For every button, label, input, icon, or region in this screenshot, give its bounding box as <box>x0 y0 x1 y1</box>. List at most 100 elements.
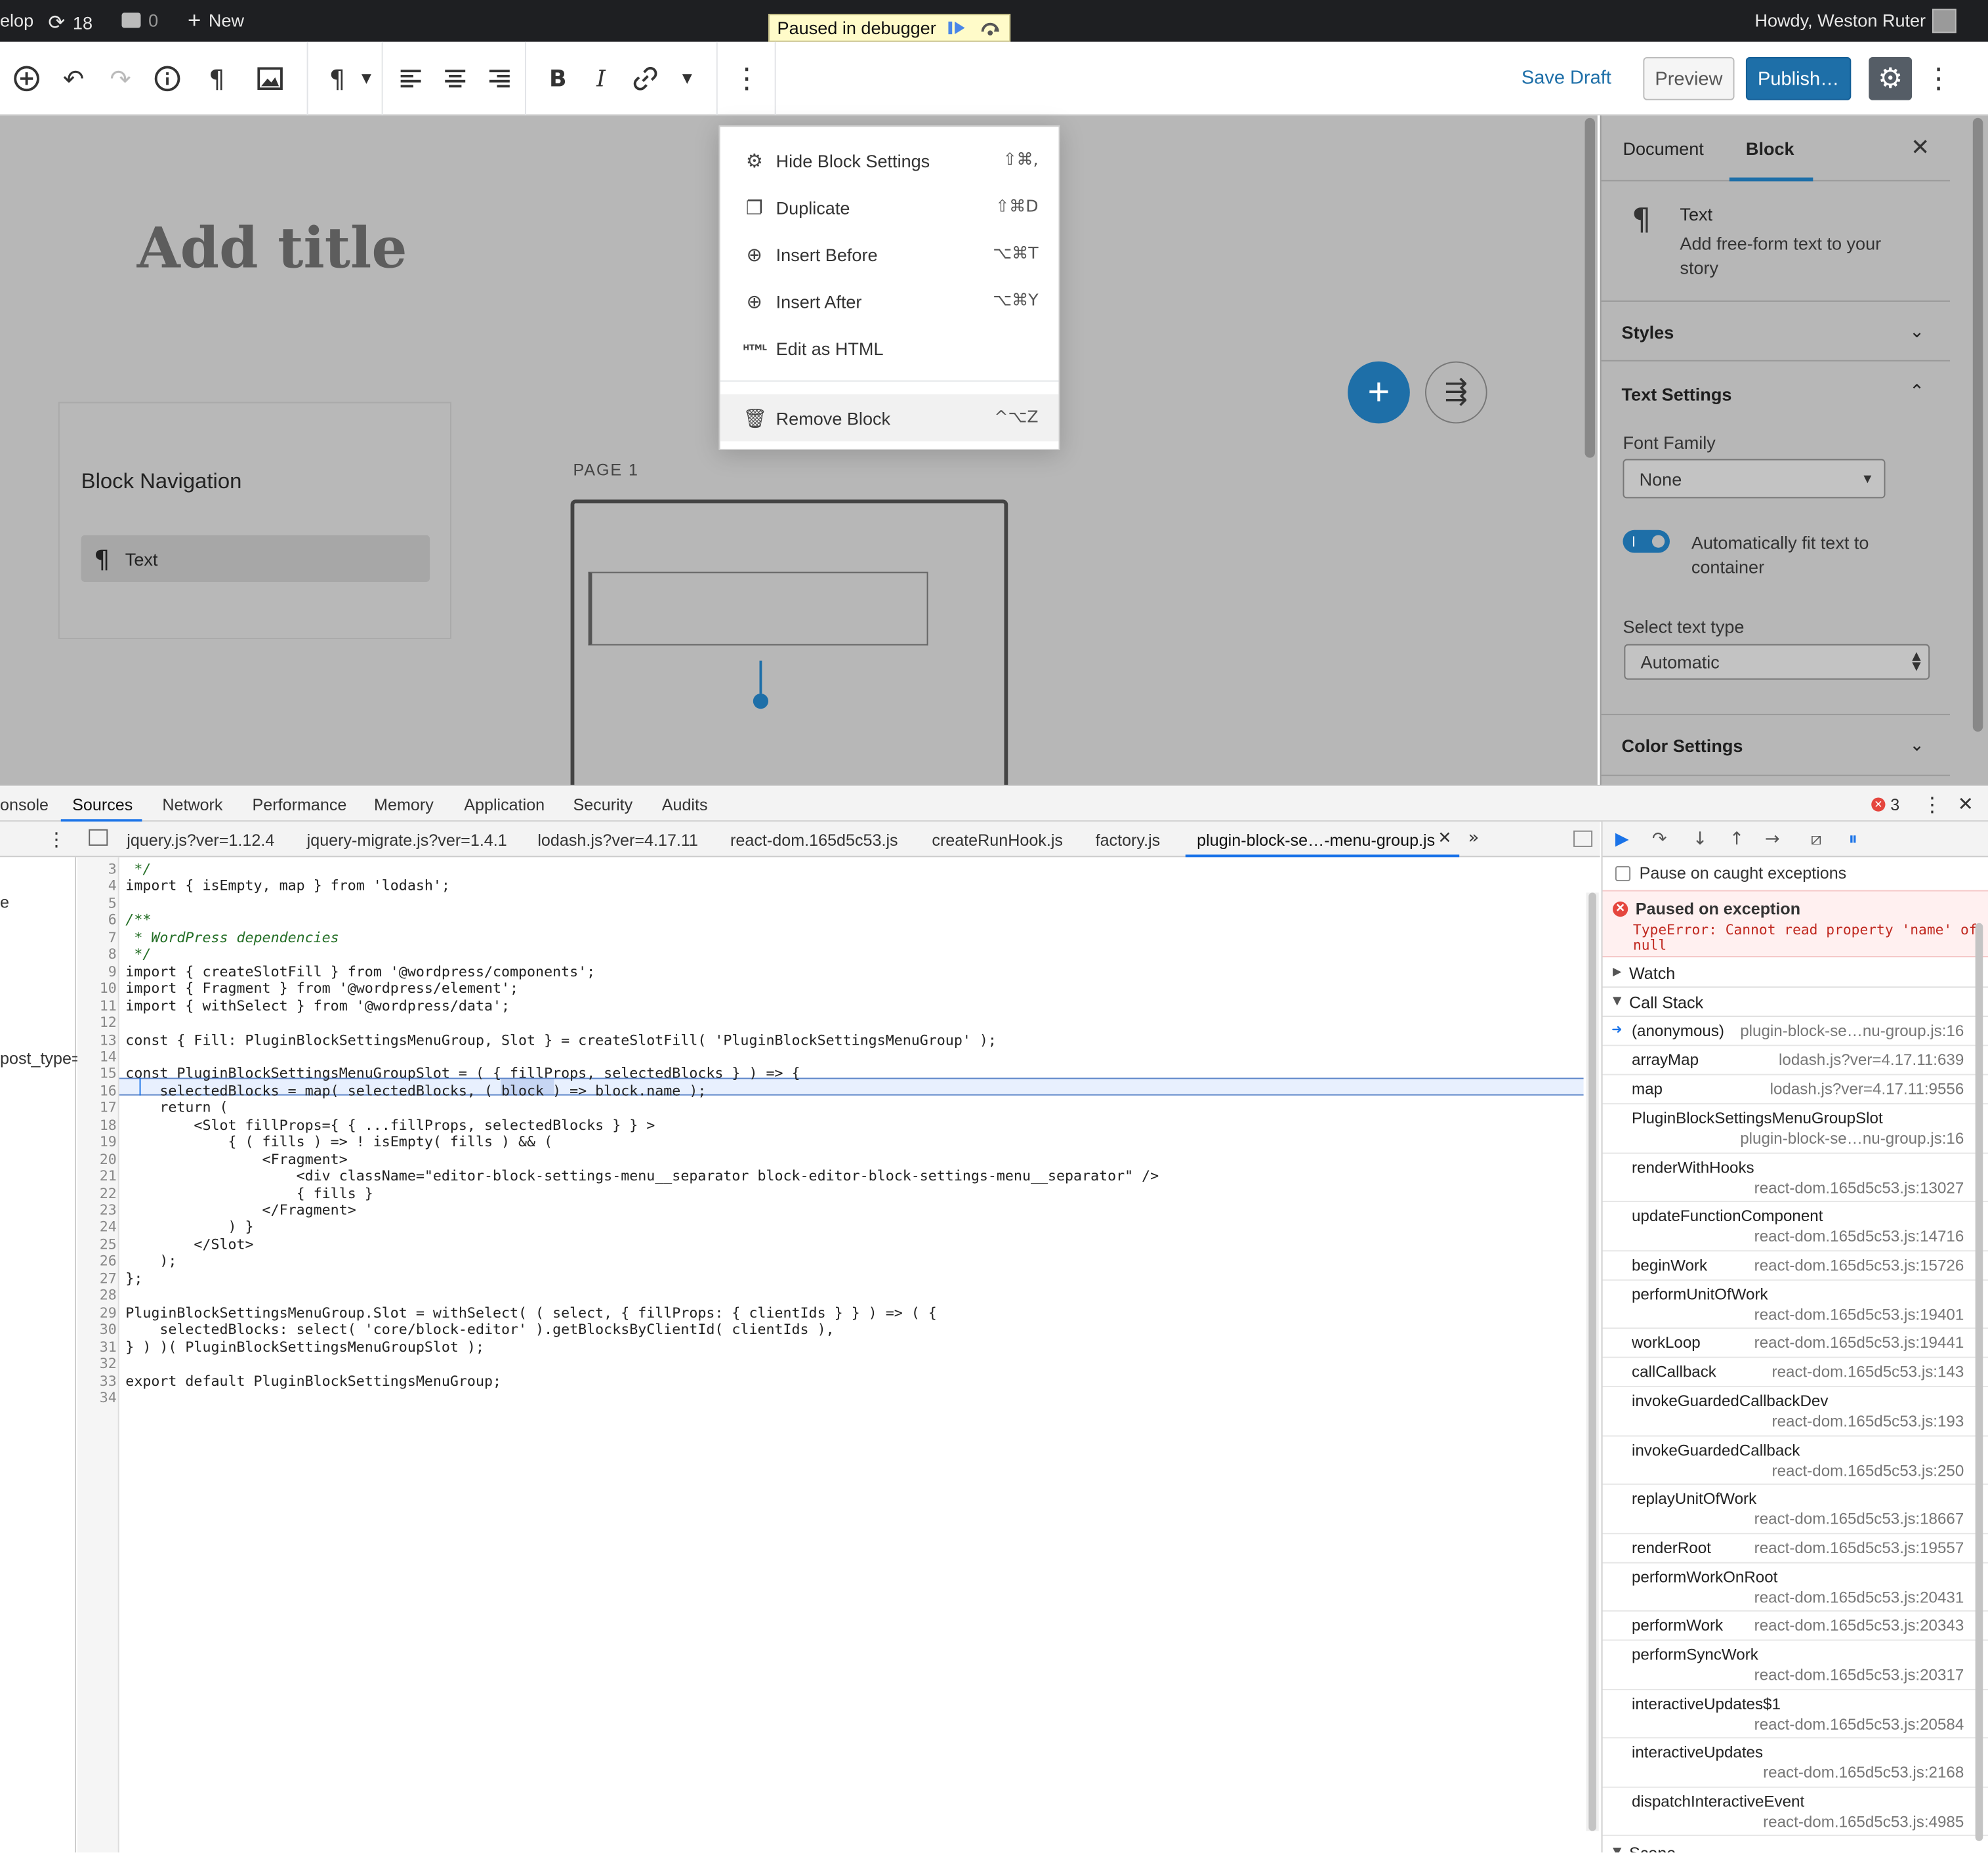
line-number[interactable]: 16 <box>84 1083 117 1100</box>
link-icon[interactable] <box>629 62 661 95</box>
line-number[interactable]: 24 <box>84 1219 117 1236</box>
redo-icon[interactable]: ↷ <box>104 62 136 95</box>
line-number[interactable]: 18 <box>84 1117 117 1134</box>
more-tabs-icon[interactable]: » <box>1468 828 1480 848</box>
text-settings-panel-toggle[interactable]: Text Settings <box>1622 385 1732 405</box>
chevron-down-icon[interactable]: ⌄ <box>1909 736 1924 756</box>
file-tab[interactable]: factory.js <box>1096 831 1161 850</box>
align-left-icon[interactable] <box>394 62 427 95</box>
call-frame[interactable]: PluginBlockSettingsMenuGroupSlot plugin-b… <box>1602 1104 1988 1154</box>
line-number[interactable]: 10 <box>84 980 117 997</box>
line-number[interactable]: 29 <box>84 1304 117 1322</box>
file-tab[interactable]: lodash.js?ver=4.17.11 <box>537 831 698 850</box>
call-frame[interactable]: performSyncWork react-dom.165d5c53.js:203… <box>1602 1641 1988 1690</box>
step-over-icon[interactable] <box>979 19 1002 37</box>
line-number[interactable]: 21 <box>84 1168 117 1185</box>
call-frame[interactable]: renderRoot react-dom.165d5c53.js:19557 <box>1602 1533 1988 1563</box>
call-frame[interactable]: arrayMap lodash.js?ver=4.17.11:639 <box>1602 1046 1988 1075</box>
site-name-link[interactable]: elop <box>0 10 33 30</box>
story-page[interactable] <box>570 499 1008 785</box>
line-number[interactable]: 28 <box>84 1287 117 1304</box>
tab-application[interactable]: Application <box>464 795 545 814</box>
line-number[interactable]: 11 <box>84 997 117 1014</box>
line-number[interactable]: 25 <box>84 1236 117 1253</box>
line-number[interactable]: 26 <box>84 1253 117 1270</box>
scroll-thumb[interactable] <box>1975 923 1983 1841</box>
file-tab[interactable]: jquery-migrate.js?ver=1.4.1 <box>307 831 507 850</box>
line-number[interactable]: 12 <box>84 1014 117 1031</box>
tab-security[interactable]: Security <box>573 795 632 814</box>
menu-item-edit-as-html[interactable]: HTML Edit as HTML <box>720 325 1059 371</box>
line-number[interactable]: 5 <box>84 895 117 912</box>
call-frame[interactable]: dispatchInteractiveEvent react-dom.165d5c… <box>1602 1787 1988 1837</box>
new-content-link[interactable]: + New <box>188 9 244 32</box>
add-page-button[interactable]: + <box>1348 361 1410 424</box>
file-tab-active[interactable]: plugin-block-se…-menu-group.js <box>1197 831 1435 850</box>
resume-icon[interactable]: ▶ <box>1615 829 1629 850</box>
line-number[interactable]: 8 <box>84 946 117 963</box>
line-number[interactable]: 14 <box>84 1049 117 1066</box>
scope-section-header[interactable]: ▼ Scope <box>1603 1839 1988 1852</box>
updates-link[interactable]: ⟳ 18 <box>48 10 93 34</box>
navigator-menu-icon[interactable]: ⋮ <box>47 828 66 851</box>
file-tab[interactable]: jquery.js?ver=1.12.4 <box>127 831 274 850</box>
line-number[interactable]: 3 <box>84 861 117 878</box>
avatar[interactable] <box>1932 9 1957 33</box>
scroll-thumb[interactable] <box>1588 892 1596 1831</box>
line-number[interactable]: 32 <box>84 1356 117 1373</box>
add-block-icon[interactable] <box>10 62 43 95</box>
text-block-frame[interactable] <box>588 572 928 646</box>
navigator-item[interactable]: post_type= <box>0 1049 81 1068</box>
autofit-toggle[interactable] <box>1623 530 1670 553</box>
more-formats-chevron-icon[interactable]: ▼ <box>671 62 703 95</box>
rotate-handle[interactable] <box>753 694 769 709</box>
file-tab[interactable]: createRunHook.js <box>932 831 1063 850</box>
more-options-icon[interactable]: ⋮ <box>730 62 763 95</box>
tab-block[interactable]: Block <box>1746 138 1794 159</box>
call-frame[interactable]: interactiveUpdates$1 react-dom.165d5c53.j… <box>1602 1690 1988 1739</box>
post-title-input[interactable]: Add title <box>137 217 407 281</box>
call-frame[interactable]: invokeGuardedCallback react-dom.165d5c53.… <box>1602 1436 1988 1485</box>
tab-audits[interactable]: Audits <box>662 795 708 814</box>
resume-icon[interactable] <box>946 19 969 37</box>
bold-icon[interactable]: B <box>541 62 574 95</box>
align-right-icon[interactable] <box>483 62 516 95</box>
pause-on-exceptions-icon[interactable]: ⏸ <box>1848 829 1857 850</box>
call-frame[interactable]: callCallback react-dom.165d5c53.js:143 <box>1602 1358 1988 1388</box>
line-number[interactable]: 13 <box>84 1031 117 1049</box>
line-number[interactable]: 7 <box>84 929 117 946</box>
menu-item-insert-after[interactable]: ⊕ Insert After ⌥⌘Y <box>720 278 1059 324</box>
tab-document[interactable]: Document <box>1623 138 1703 159</box>
call-frame[interactable]: invokeGuardedCallbackDev react-dom.165d5c… <box>1602 1387 1988 1436</box>
font-family-select[interactable]: None ▼ <box>1623 459 1886 499</box>
toggle-navigator-icon[interactable] <box>89 829 108 846</box>
line-number[interactable]: 20 <box>84 1151 117 1168</box>
call-frame[interactable]: replayUnitOfWork react-dom.165d5c53.js:18… <box>1602 1485 1988 1534</box>
call-frame[interactable]: beginWork react-dom.165d5c53.js:15726 <box>1602 1251 1988 1280</box>
preview-button[interactable]: Preview <box>1643 56 1735 100</box>
line-number[interactable]: 9 <box>84 963 117 980</box>
file-tab[interactable]: react-dom.165d5c53.js <box>730 831 898 850</box>
tab-console[interactable]: onsole <box>0 795 49 814</box>
step-over-icon[interactable]: ↷ <box>1652 829 1667 850</box>
menu-item-remove-block[interactable]: 🗑 Remove Block ^⌥Z <box>720 394 1059 442</box>
menu-item-duplicate[interactable]: ❐ Duplicate ⇧⌘D <box>720 184 1059 230</box>
more-menu-icon[interactable]: ⋮ <box>1922 62 1955 95</box>
settings-gear-icon[interactable]: ⚙ <box>1869 56 1913 100</box>
account-menu[interactable]: Howdy, Weston Ruter <box>1754 10 1926 30</box>
styles-panel-toggle[interactable]: Styles <box>1622 322 1674 343</box>
chevron-down-icon[interactable]: ⌄ <box>1909 322 1924 343</box>
tab-sources[interactable]: Sources <box>72 795 133 814</box>
line-number[interactable]: 17 <box>84 1100 117 1117</box>
line-number[interactable]: 19 <box>84 1134 117 1151</box>
error-counter[interactable]: ✕ 3 <box>1871 795 1899 814</box>
menu-item-insert-before[interactable]: ⊕ Insert Before ⌥⌘T <box>720 231 1059 278</box>
publish-button[interactable]: Publish… <box>1745 56 1852 100</box>
line-number[interactable]: 6 <box>84 912 117 929</box>
line-number[interactable]: 22 <box>84 1185 117 1202</box>
align-center-icon[interactable] <box>439 62 472 95</box>
code-scrollbar[interactable] <box>1586 892 1599 1831</box>
sidebar-scrollbar[interactable] <box>1972 117 1983 732</box>
call-frame[interactable]: interactiveUpdates react-dom.165d5c53.js:… <box>1602 1738 1988 1787</box>
editor-scrollbar[interactable] <box>1584 117 1595 458</box>
